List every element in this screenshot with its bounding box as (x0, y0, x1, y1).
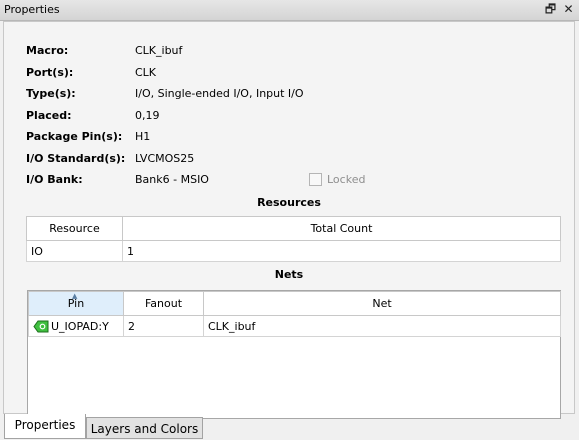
column-header-total-count[interactable]: Total Count (122, 216, 561, 241)
property-value: LVCMOS25 (135, 151, 195, 165)
nets-table-container: ▲ Pin Fanout Net U_IOPAD:Y 2 CLK_ibuf (27, 290, 561, 419)
column-header-resource[interactable]: Resource (26, 216, 123, 241)
pin-icon (33, 320, 49, 332)
resources-table: Resource Total Count IO 1 (26, 216, 561, 262)
property-value: CLK (135, 65, 157, 79)
property-label: Type(s): (26, 87, 76, 100)
property-value: CLK_ibuf (135, 44, 183, 57)
resources-header-row: Resource Total Count (26, 216, 561, 241)
pin-cell: U_IOPAD:Y (28, 315, 124, 337)
property-value: H1 (135, 130, 151, 143)
total-count-cell: 1 (122, 240, 561, 262)
pin-name: U_IOPAD:Y (51, 319, 109, 333)
properties-panel: Macro: CLK_ibuf Port(s): CLK Type(s): I/… (3, 21, 575, 419)
net-cell: CLK_ibuf (203, 315, 561, 337)
panel-titlebar: Properties 🗗 ✕ (0, 0, 579, 21)
property-value: Bank6 - MSIO Locked (135, 173, 365, 186)
tab-layers-and-colors[interactable]: Layers and Colors (86, 417, 203, 439)
column-header-net[interactable]: Net (203, 291, 561, 316)
property-label: I/O Standard(s): (26, 151, 126, 165)
restore-icon[interactable]: 🗗 (543, 2, 558, 17)
panel-title: Properties (4, 3, 60, 16)
property-label: Port(s): (26, 65, 74, 79)
locked-checkbox[interactable] (309, 173, 322, 186)
table-row[interactable]: IO 1 (26, 240, 561, 262)
property-label: Placed: (26, 108, 72, 122)
fanout-cell: 2 (123, 315, 204, 337)
property-value: I/O, Single-ended I/O, Input I/O (135, 87, 304, 100)
property-label: Macro: (26, 44, 69, 57)
tab-properties[interactable]: Properties (4, 414, 86, 439)
bottom-tab-bar: Properties Layers and Colors (0, 414, 579, 440)
column-header-fanout[interactable]: Fanout (123, 291, 204, 316)
property-label: Package Pin(s): (26, 130, 123, 143)
locked-label: Locked (327, 173, 366, 186)
property-value: 0,19 (135, 108, 160, 122)
property-label: I/O Bank: (26, 173, 83, 186)
table-row[interactable]: U_IOPAD:Y 2 CLK_ibuf (28, 315, 561, 337)
resources-title: Resources (257, 196, 321, 209)
io-bank-value: Bank6 - MSIO (135, 173, 209, 186)
column-header-pin[interactable]: ▲ Pin (28, 291, 124, 316)
nets-table: ▲ Pin Fanout Net U_IOPAD:Y 2 CLK_ibuf (28, 291, 561, 337)
nets-title: Nets (274, 268, 304, 281)
close-icon[interactable]: ✕ (561, 2, 576, 17)
nets-header-row: ▲ Pin Fanout Net (28, 291, 561, 316)
resource-cell: IO (26, 240, 123, 262)
sort-ascending-icon: ▲ (72, 292, 78, 300)
